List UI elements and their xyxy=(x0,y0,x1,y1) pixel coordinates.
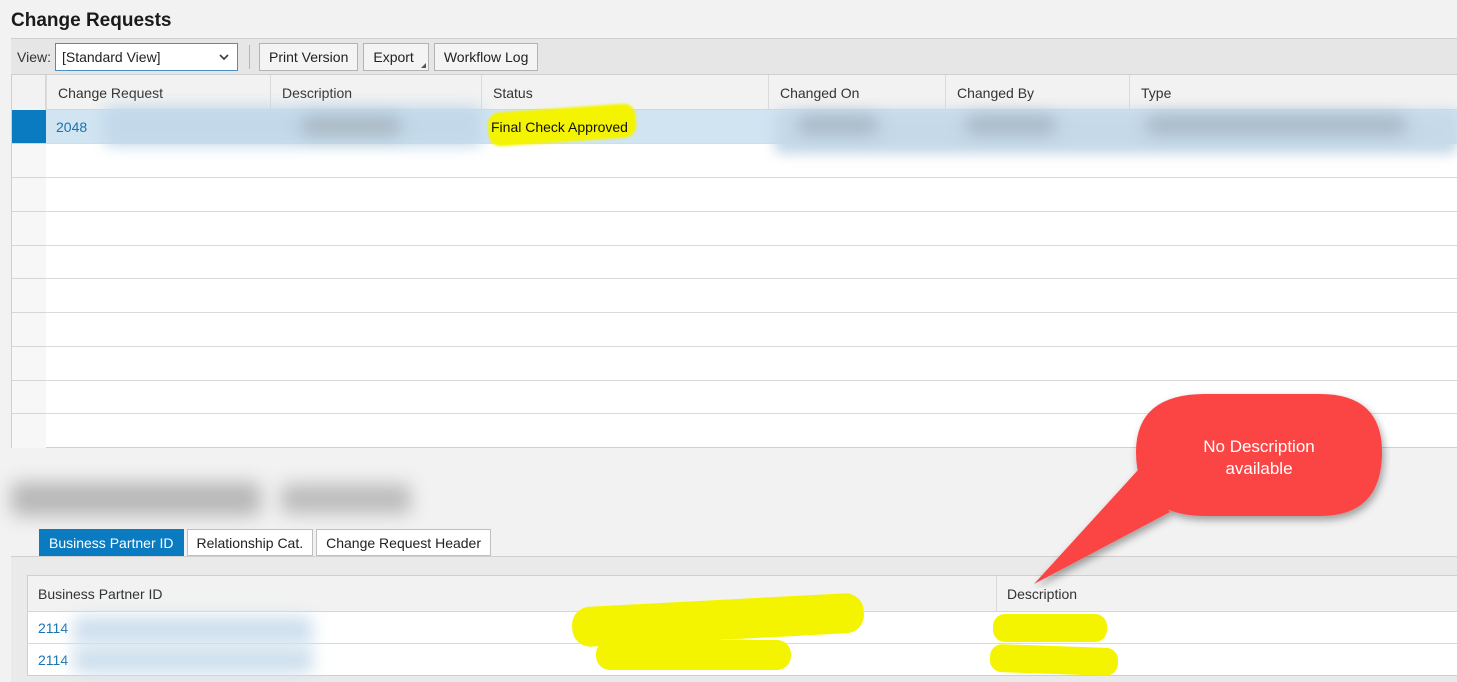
column-header-change-request[interactable]: Change Request xyxy=(46,75,270,110)
select-all-cell[interactable] xyxy=(12,75,46,110)
view-label: View: xyxy=(17,48,51,65)
row-selector[interactable] xyxy=(12,279,46,313)
table-row[interactable] xyxy=(46,212,1457,246)
column-header-type[interactable]: Type xyxy=(1129,75,1457,110)
change-request-id[interactable]: 2048 xyxy=(56,119,87,135)
table-row[interactable] xyxy=(46,347,1457,381)
chevron-down-icon xyxy=(219,53,229,60)
menu-indicator-icon xyxy=(420,62,426,68)
redacted-text xyxy=(11,482,261,516)
table-row[interactable]: 2048 Final Check Approved xyxy=(46,102,1457,154)
redacted-text xyxy=(301,116,401,136)
redacted-text xyxy=(798,116,878,134)
toolbar: View: [Standard View] Print Version Expo… xyxy=(11,38,1457,74)
toolbar-separator xyxy=(248,44,250,69)
page-title: Change Requests xyxy=(11,10,172,31)
detail-tabs: Business Partner ID Relationship Cat. Ch… xyxy=(39,529,494,556)
row-selector[interactable] xyxy=(12,178,46,212)
status-text: Final Check Approved xyxy=(491,118,628,135)
highlight-mark xyxy=(596,640,791,670)
column-header-description[interactable]: Description xyxy=(270,75,481,110)
callout-bubble xyxy=(1034,394,1382,584)
highlight-mark xyxy=(989,643,1119,677)
print-version-label: Print Version xyxy=(268,48,349,65)
print-version-button[interactable]: Print Version xyxy=(258,42,359,71)
redacted-text xyxy=(1146,116,1406,134)
business-partner-link[interactable]: 2114 xyxy=(28,612,68,644)
export-label: Export xyxy=(373,48,414,65)
redacted-text xyxy=(104,106,482,146)
page: Change Requests View: [Standard View] Pr… xyxy=(0,0,1457,682)
business-partner-link[interactable]: 2114 xyxy=(28,644,68,676)
row-selector[interactable] xyxy=(12,212,46,246)
row-selector[interactable] xyxy=(12,110,46,144)
row-selector[interactable] xyxy=(12,381,46,414)
callout-text: No Description available xyxy=(1150,436,1368,480)
business-partner-id[interactable]: 2114 xyxy=(38,620,68,636)
table-header: Change Request Description Status Change… xyxy=(12,75,1457,110)
row-selector[interactable] xyxy=(12,246,46,279)
row-selector[interactable] xyxy=(12,347,46,381)
table-row[interactable] xyxy=(46,178,1457,212)
redacted-section-heading xyxy=(11,476,411,520)
tab-change-request-header[interactable]: Change Request Header xyxy=(316,529,492,556)
table-row[interactable] xyxy=(46,313,1457,347)
row-selector[interactable] xyxy=(12,414,46,448)
table-row[interactable] xyxy=(46,279,1457,313)
row-selector[interactable] xyxy=(12,144,46,178)
column-header-changed-on[interactable]: Changed On xyxy=(768,75,945,110)
highlight-mark xyxy=(993,614,1107,642)
redacted-text xyxy=(73,616,313,644)
callout-line-2: available xyxy=(1225,459,1293,478)
tab-business-partner-id[interactable]: Business Partner ID xyxy=(39,529,184,556)
redacted-text xyxy=(73,646,313,674)
redacted-text xyxy=(281,484,411,514)
status-cell: Final Check Approved xyxy=(481,110,768,143)
table-row[interactable] xyxy=(46,144,1457,178)
column-header-changed-by[interactable]: Changed By xyxy=(945,75,1129,110)
business-partner-id[interactable]: 2114 xyxy=(38,652,68,668)
callout-line-1: No Description xyxy=(1203,437,1315,456)
view-select[interactable]: [Standard View] xyxy=(54,42,238,71)
workflow-log-button[interactable]: Workflow Log xyxy=(433,42,539,71)
workflow-log-label: Workflow Log xyxy=(443,48,529,65)
view-select-value: [Standard View] xyxy=(61,48,161,65)
tab-relationship-cat[interactable]: Relationship Cat. xyxy=(186,529,314,556)
export-button[interactable]: Export xyxy=(363,42,429,71)
row-selector[interactable] xyxy=(12,313,46,347)
redacted-text xyxy=(966,116,1056,134)
table-row[interactable] xyxy=(46,246,1457,279)
